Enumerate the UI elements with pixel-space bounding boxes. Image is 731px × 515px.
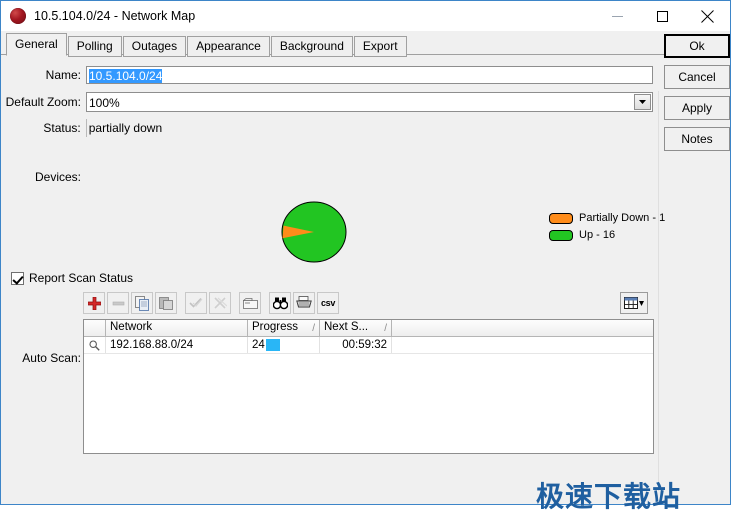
devices-pie-chart [281,201,347,263]
find-button[interactable] [269,292,291,314]
name-label: Name: [1,68,81,82]
auto-scan-row: Auto Scan: [1,351,81,365]
grid-toolbar: csv [83,292,341,314]
apply-button[interactable]: Apply [664,96,730,120]
status-row: Status: partially down [1,119,654,137]
minimize-button[interactable] [595,1,640,31]
notes-button[interactable]: Notes [664,127,730,151]
progress-bar [266,339,280,351]
cancel-edit-button [209,292,231,314]
window-title: 10.5.104.0/24 - Network Map [34,9,595,23]
default-zoom-label: Default Zoom: [1,95,81,109]
devices-row: Devices: [1,170,81,184]
name-input[interactable]: 10.5.104.0/24 [86,66,653,84]
sort-indicator-icon: / [312,321,315,336]
csv-export-button[interactable]: csv [317,292,339,314]
tab-general[interactable]: General [6,33,67,56]
confirm-button [185,292,207,314]
tab-outages[interactable]: Outages [123,36,186,57]
cell-filler [392,337,653,353]
legend-item-partially-down: Partially Down - 1 [549,212,654,224]
ok-button[interactable]: Ok [664,34,730,58]
tab-appearance[interactable]: Appearance [187,36,270,57]
tab-strip: General Polling Outages Appearance Backg… [1,31,730,55]
remove-button [107,292,129,314]
legend-label-up: Up - 16 [579,229,615,241]
report-scan-status-label: Report Scan Status [29,271,133,285]
grid-header-filler [392,320,653,336]
name-row: Name: 10.5.104.0/24 [1,66,654,84]
window-controls [595,1,730,31]
auto-scan-label: Auto Scan: [1,351,81,365]
status-value: partially down [86,119,654,137]
auto-scan-grid[interactable]: Network Progress / Next S... / 192.168.88.… [83,319,654,454]
paste-button[interactable] [155,292,177,314]
grid-header-progress[interactable]: Progress / [248,320,320,336]
name-input-value: 10.5.104.0/24 [89,69,162,83]
general-tab-panel: Name: 10.5.104.0/24 Default Zoom: 100% S… [1,55,656,504]
tab-export[interactable]: Export [354,36,407,57]
watermark-text: 极速下载站 [536,475,681,515]
csv-export-label: csv [321,298,335,308]
row-magnifier-icon[interactable] [84,337,106,353]
grid-header-progress-label: Progress [252,321,298,333]
legend-swatch-partially-down [549,213,573,224]
cell-next-scan: 00:59:32 [320,337,392,353]
sort-indicator-icon: / [384,321,387,336]
default-zoom-row: Default Zoom: 100% [1,92,654,112]
legend-item-up: Up - 16 [549,229,654,241]
default-zoom-value: 100% [89,96,120,110]
copy-button[interactable] [131,292,153,314]
title-bar: 10.5.104.0/24 - Network Map [1,1,730,31]
legend-swatch-up [549,230,573,241]
pie-legend: Partially Down - 1 Up - 16 [549,212,654,246]
grid-header-next-scan[interactable]: Next S... / [320,320,392,336]
close-button[interactable] [685,1,730,31]
maximize-button[interactable] [640,1,685,31]
cell-progress: 24 [248,337,320,353]
tab-background[interactable]: Background [271,36,353,57]
card-view-button[interactable] [239,292,261,314]
grid-header-network[interactable]: Network [106,320,248,336]
status-label: Status: [1,121,81,135]
grid-header-row: Network Progress / Next S... / [84,320,653,337]
devices-label: Devices: [1,170,81,184]
default-zoom-select[interactable]: 100% [86,92,653,112]
dialog-button-column: Ok Cancel Apply Notes [664,34,730,158]
table-row[interactable]: 192.168.88.0/24 24 00:59:32 [84,337,653,354]
report-scan-status-checkbox[interactable]: Report Scan Status [11,271,133,285]
add-button[interactable] [83,292,105,314]
app-icon [10,8,26,24]
chevron-down-icon[interactable] [634,94,651,110]
grid-header-next-scan-label: Next S... [324,321,368,333]
cell-network: 192.168.88.0/24 [106,337,248,353]
panel-divider [658,91,659,491]
checkbox-checked-icon[interactable] [11,272,24,285]
cancel-button[interactable]: Cancel [664,65,730,89]
grid-header-indicator[interactable] [84,320,106,336]
cell-progress-value: 24 [252,338,265,353]
network-map-dialog: 10.5.104.0/24 - Network Map General Poll… [0,0,731,505]
grid-view-options-button[interactable] [620,292,648,314]
legend-label-partially-down: Partially Down - 1 [579,212,665,224]
print-button[interactable] [293,292,315,314]
tab-polling[interactable]: Polling [68,36,122,57]
